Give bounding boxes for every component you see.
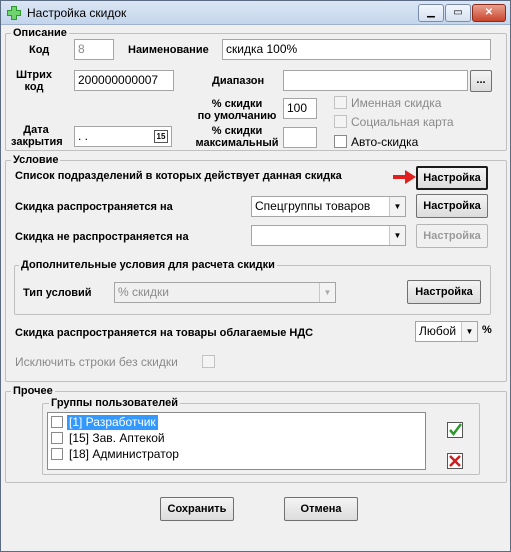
condition-type-label: Тип условий (23, 287, 92, 299)
range-browse-button[interactable]: ... (470, 70, 492, 92)
default-pct-label-line2: по умолчанию (197, 110, 277, 122)
social-card-checkbox (334, 115, 347, 128)
barcode-field[interactable]: 200000000007 (74, 70, 174, 91)
condition-type-value: % скидки (118, 285, 169, 299)
default-pct-label-line1: % скидки (211, 98, 263, 110)
named-discount-label: Именная скидка (351, 96, 442, 110)
vat-select[interactable]: Любой ▼ (415, 321, 478, 342)
app-cross-icon (7, 6, 21, 20)
window-title: Настройка скидок (27, 6, 127, 20)
maximize-icon: ▭ (453, 7, 463, 18)
range-label: Диапазон (212, 75, 265, 87)
condition-type-settings-button[interactable]: Настройка (407, 280, 481, 304)
discount-settings-window: Настройка скидок ▁ ▭ ✕ Описание Код 8 На… (0, 0, 511, 552)
exclude-rows-checkbox (202, 355, 215, 368)
not-applies-select[interactable]: ▼ (251, 225, 406, 246)
description-legend: Описание (11, 27, 69, 40)
close-date-value: . . (78, 129, 89, 143)
close-date-label-line2: закрытия (11, 136, 63, 148)
list-item-checkbox[interactable] (51, 448, 63, 460)
default-pct-field[interactable]: 100 (283, 98, 317, 119)
chevron-down-icon: ▼ (461, 322, 477, 341)
barcode-label: Штрих код (13, 69, 55, 93)
vat-label: Скидка распространяется на товары облага… (15, 327, 314, 339)
max-pct-label-line2: максимальный (195, 137, 279, 149)
barcode-label-line2: код (24, 81, 44, 93)
pointer-arrow-icon (393, 170, 416, 184)
chevron-down-icon: ▼ (389, 226, 405, 245)
user-groups-list[interactable]: [1] Разработчик [15] Зав. Аптекой [18] А… (47, 412, 426, 470)
condition-legend: Условие (11, 154, 61, 167)
chevron-down-icon: ▼ (319, 283, 335, 302)
title-bar: Настройка скидок ▁ ▭ ✕ (1, 1, 510, 25)
auto-discount-label: Авто-скидка (351, 135, 419, 149)
list-item-label: [15] Зав. Аптекой (69, 431, 165, 445)
max-pct-label: % скидки максимальный (191, 125, 283, 149)
close-date-label-line1: Дата (23, 124, 49, 136)
barcode-label-line1: Штрих (15, 69, 53, 81)
departments-settings-button[interactable]: Настройка (416, 166, 488, 190)
close-icon: ✕ (484, 7, 494, 18)
name-field[interactable]: скидка 100% (222, 39, 491, 60)
code-label: Код (29, 44, 50, 56)
deselect-all-cross-icon[interactable] (447, 453, 463, 469)
close-button[interactable]: ✕ (472, 4, 506, 22)
departments-label: Список подразделений в которых действует… (15, 170, 342, 182)
user-groups-legend: Группы пользователей (49, 397, 180, 410)
list-item-label: [1] Разработчик (67, 415, 158, 430)
list-item-checkbox[interactable] (51, 416, 63, 428)
maximize-button[interactable]: ▭ (445, 4, 471, 22)
not-applies-settings-button[interactable]: Настройка (416, 224, 488, 248)
minimize-button[interactable]: ▁ (418, 4, 444, 22)
extra-conditions-legend: Дополнительные условия для расчета скидк… (19, 259, 277, 272)
list-item-label: [18] Администратор (69, 447, 179, 461)
applies-to-settings-button[interactable]: Настройка (416, 194, 488, 218)
not-applies-label: Скидка не распространяется на (15, 231, 189, 243)
max-pct-label-line1: % скидки (211, 125, 263, 137)
social-card-label: Социальная карта (351, 115, 454, 129)
list-item-checkbox[interactable] (51, 432, 63, 444)
minimize-icon: ▁ (427, 7, 435, 18)
max-pct-field[interactable] (283, 127, 317, 148)
default-pct-label: % скидки по умолчанию (191, 98, 283, 122)
vat-percent-suffix: % (482, 324, 492, 336)
close-date-label: Дата закрытия (11, 124, 63, 148)
range-field[interactable] (283, 70, 468, 91)
vat-value: Любой (419, 324, 457, 338)
auto-discount-checkbox[interactable] (334, 135, 347, 148)
applies-to-value: Спецгруппы товаров (255, 199, 371, 213)
named-discount-checkbox (334, 96, 347, 109)
save-button[interactable]: Сохранить (160, 497, 234, 521)
applies-to-select[interactable]: Спецгруппы товаров ▼ (251, 196, 406, 217)
exclude-rows-label: Исключить строки без скидки (15, 355, 178, 369)
select-all-check-icon[interactable] (447, 422, 463, 438)
code-field[interactable]: 8 (74, 39, 114, 60)
condition-type-select[interactable]: % скидки ▼ (114, 282, 336, 303)
cancel-button[interactable]: Отмена (284, 497, 358, 521)
chevron-down-icon: ▼ (389, 197, 405, 216)
name-label: Наименование (128, 44, 209, 56)
calendar-icon[interactable]: 15 (154, 130, 168, 143)
applies-to-label: Скидка распространяется на (15, 201, 173, 213)
